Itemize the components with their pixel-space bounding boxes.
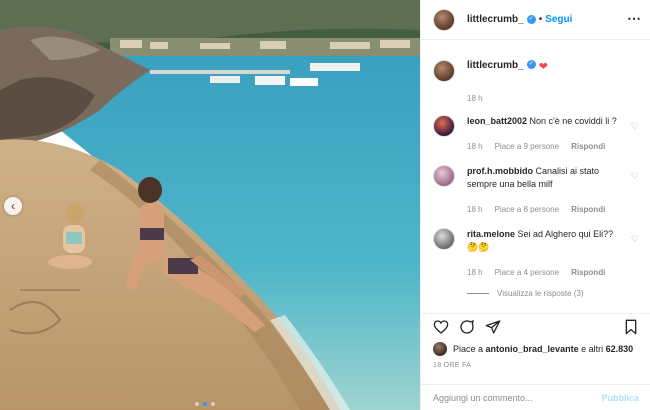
likes-count[interactable]: 62.830 <box>606 344 634 354</box>
author-avatar[interactable] <box>433 60 455 82</box>
post-timestamp[interactable]: 18 ORE FA <box>433 362 471 369</box>
publish-button[interactable]: Pubblica <box>601 393 639 403</box>
heart-icon[interactable]: ♡ <box>631 121 639 132</box>
comment-time: 18 h <box>467 205 483 214</box>
comment-username[interactable]: prof.h.mobbido <box>467 166 533 176</box>
comment-meta: 18 h Piace a 4 persone Rispondi <box>467 266 617 279</box>
replies-line <box>467 293 489 294</box>
heart-emoji: ❤ <box>538 61 548 73</box>
heart-icon[interactable]: ♡ <box>631 171 639 182</box>
comments-list[interactable]: littlecrumb_ ✓ ❤ 18 h leon_batt2002 Non … <box>421 40 650 310</box>
post-actions <box>421 313 650 339</box>
comment-input[interactable]: Aggiungi un commento... <box>433 393 533 403</box>
author-username[interactable]: littlecrumb_ <box>467 14 524 25</box>
carousel-indicator <box>195 402 215 406</box>
likes-summary[interactable]: Piace a antonio_brad_levante e altri 62.… <box>433 342 633 356</box>
comment-avatar[interactable] <box>433 165 455 187</box>
comment-likes[interactable]: Piace a 8 persone <box>495 203 560 216</box>
reply-button[interactable]: Rispondi <box>571 203 605 216</box>
comment-text: Non c'è ne coviddi li ? <box>529 116 617 126</box>
comment-likes[interactable]: Piace a 4 persone <box>495 266 560 279</box>
verified-icon: ✓ <box>526 60 536 69</box>
reply-button[interactable]: Rispondi <box>571 266 605 279</box>
caption-username[interactable]: littlecrumb_ <box>467 60 524 82</box>
share-icon[interactable] <box>485 319 501 335</box>
previous-photo-button[interactable]: ‹ <box>4 197 22 215</box>
likes-suffix: e altri <box>581 344 604 354</box>
liker-avatar <box>433 342 447 356</box>
post-header: littlecrumb_ ✓ • Segui ⋯ <box>421 0 650 40</box>
comment-avatar[interactable] <box>433 228 455 250</box>
chevron-left-icon: ‹ <box>11 199 15 213</box>
reply-button[interactable]: Rispondi <box>571 140 605 153</box>
view-replies-label: Visualizza le risposte (3) <box>497 289 584 298</box>
caption-time: 18 h <box>467 94 483 103</box>
likes-prefix: Piace a <box>453 344 484 354</box>
separator: • <box>538 14 543 25</box>
like-heart-icon[interactable] <box>433 319 449 335</box>
comment-time: 18 h <box>467 142 483 151</box>
more-options-icon[interactable]: ⋯ <box>627 10 642 27</box>
comment-likes[interactable]: Piace a 9 persone <box>495 140 560 153</box>
comment-username[interactable]: rita.melone <box>467 229 515 239</box>
caption: littlecrumb_ ✓ ❤ <box>421 40 650 82</box>
instagram-post-view: ‹ littlecrumb_ ✓ • Segui ⋯ littlecrumb_ … <box>0 0 650 410</box>
comment-meta: 18 h Piace a 8 persone Rispondi <box>467 203 617 216</box>
comment-item: rita.melone Sei ad Alghero qui Eli?? 🤔🤔 … <box>421 228 650 279</box>
comment-item: leon_batt2002 Non c'è ne coviddi li ? 18… <box>421 115 650 153</box>
author-avatar[interactable] <box>433 8 455 31</box>
heart-icon[interactable]: ♡ <box>631 234 639 245</box>
add-comment-bar: Aggiungi un commento... Pubblica <box>421 384 650 410</box>
post-side-panel: littlecrumb_ ✓ • Segui ⋯ littlecrumb_ ✓ … <box>420 0 650 410</box>
beach-photo <box>0 0 420 410</box>
comment-icon[interactable] <box>459 319 475 335</box>
liker-username[interactable]: antonio_brad_levante <box>486 344 579 354</box>
carousel-dot-active <box>203 402 207 406</box>
comment-meta: 18 h Piace a 9 persone Rispondi <box>467 140 617 153</box>
post-photo[interactable]: ‹ <box>0 0 420 410</box>
view-replies-button[interactable]: Visualizza le risposte (3) <box>467 289 650 298</box>
follow-button[interactable]: Segui <box>545 14 572 25</box>
carousel-dot <box>195 402 199 406</box>
comment-username[interactable]: leon_batt2002 <box>467 116 527 126</box>
carousel-dot <box>211 402 215 406</box>
comment-time: 18 h <box>467 268 483 277</box>
bookmark-icon[interactable] <box>623 319 639 335</box>
comment-avatar[interactable] <box>433 115 455 137</box>
comment-item: prof.h.mobbido Canalisi ai stato sempre … <box>421 165 650 216</box>
verified-icon: ✓ <box>526 15 536 24</box>
